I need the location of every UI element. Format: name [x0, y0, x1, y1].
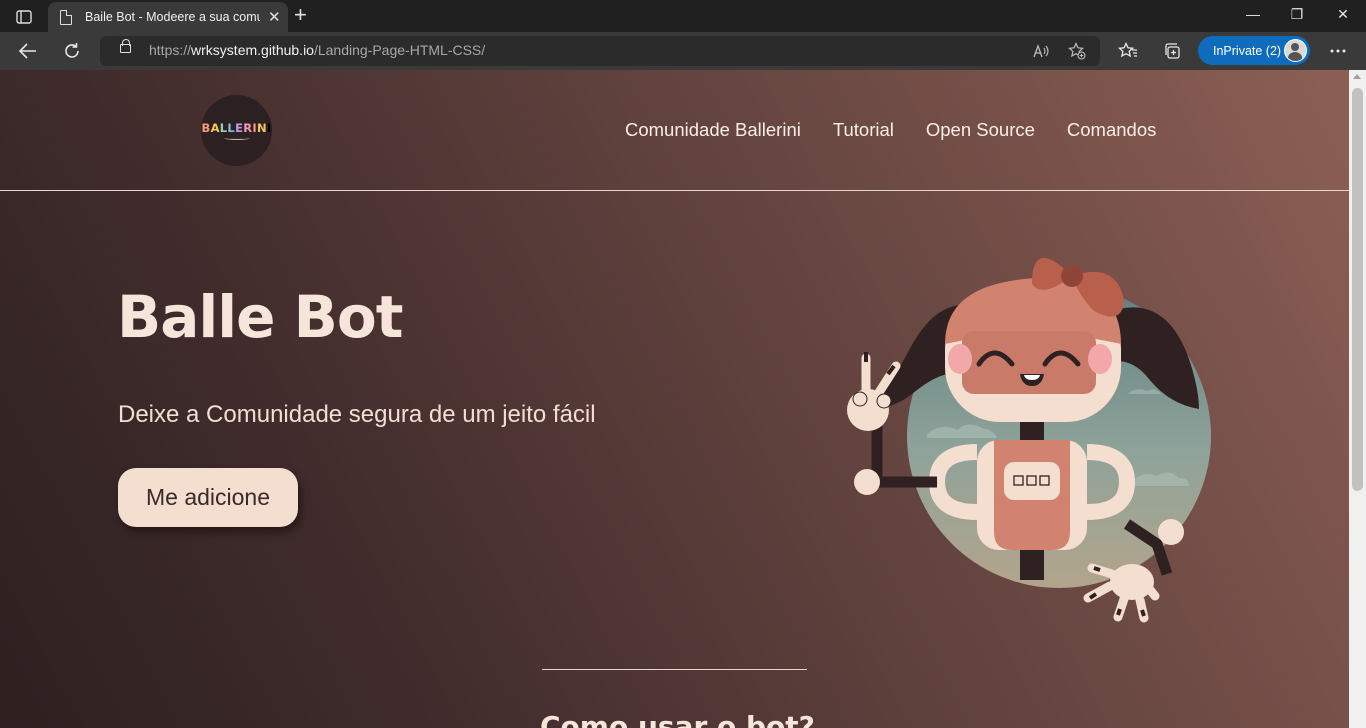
- ballerini-logo[interactable]: BALLERINI: [201, 95, 272, 166]
- logo-squiggle: [223, 136, 250, 140]
- nav-link-comunidade[interactable]: Comunidade Ballerini: [625, 119, 801, 141]
- read-aloud-icon[interactable]: [1030, 40, 1052, 62]
- hero-title: Balle Bot: [117, 283, 403, 351]
- nav-link-comandos[interactable]: Comandos: [1067, 119, 1156, 141]
- address-bar[interactable]: https://wrksystem.github.io/Landing-Page…: [100, 36, 1100, 66]
- inprivate-badge[interactable]: InPrivate (2): [1198, 36, 1310, 65]
- robot-illustration: [847, 257, 1211, 623]
- profile-avatar-icon[interactable]: [1284, 39, 1307, 62]
- scroll-thumb[interactable]: [1352, 88, 1363, 491]
- main-nav: Comunidade Ballerini Tutorial Open Sourc…: [625, 119, 1156, 141]
- browser-tab[interactable]: Baile Bot - Modeere a sua comunidade ✕: [48, 2, 288, 32]
- close-window-button[interactable]: ✕: [1331, 6, 1355, 26]
- minimize-button[interactable]: —: [1241, 6, 1265, 26]
- tab-title: Baile Bot - Modeere a sua comunidade: [85, 10, 260, 24]
- refresh-icon[interactable]: [59, 38, 85, 64]
- collections-icon[interactable]: [1159, 38, 1185, 64]
- browser-tab-bar: Baile Bot - Modeere a sua comunidade ✕ +…: [0, 0, 1366, 32]
- page-icon: [60, 9, 72, 25]
- inprivate-label: InPrivate (2): [1213, 43, 1282, 58]
- lock-icon[interactable]: [120, 39, 131, 53]
- section-divider: [542, 669, 807, 670]
- nav-link-tutorial[interactable]: Tutorial: [833, 119, 894, 141]
- back-icon[interactable]: [15, 38, 41, 64]
- url-text[interactable]: https://wrksystem.github.io/Landing-Page…: [149, 42, 485, 58]
- favorites-icon[interactable]: [1115, 38, 1141, 64]
- scroll-up-arrow-icon[interactable]: [1353, 74, 1361, 79]
- add-bot-button[interactable]: Me adicione: [118, 468, 298, 527]
- site-header: BALLERINI Comunidade Ballerini Tutorial …: [0, 70, 1349, 191]
- new-tab-button[interactable]: +: [294, 4, 307, 26]
- nav-link-open-source[interactable]: Open Source: [926, 119, 1035, 141]
- hero-subtitle: Deixe a Comunidade segura de um jeito fá…: [118, 401, 596, 428]
- logo-text: BALLERINI: [201, 121, 272, 135]
- add-favorite-icon[interactable]: [1066, 40, 1088, 62]
- section-heading: Como usar o bot?: [540, 710, 815, 728]
- close-tab-button[interactable]: ✕: [268, 8, 281, 26]
- browser-toolbar: https://wrksystem.github.io/Landing-Page…: [0, 32, 1366, 70]
- page-viewport: BALLERINI Comunidade Ballerini Tutorial …: [0, 70, 1349, 728]
- more-icon[interactable]: [1325, 38, 1351, 64]
- page-scrollbar[interactable]: [1349, 70, 1366, 728]
- restore-button[interactable]: ❐: [1285, 6, 1309, 26]
- tab-actions-icon[interactable]: [10, 6, 38, 28]
